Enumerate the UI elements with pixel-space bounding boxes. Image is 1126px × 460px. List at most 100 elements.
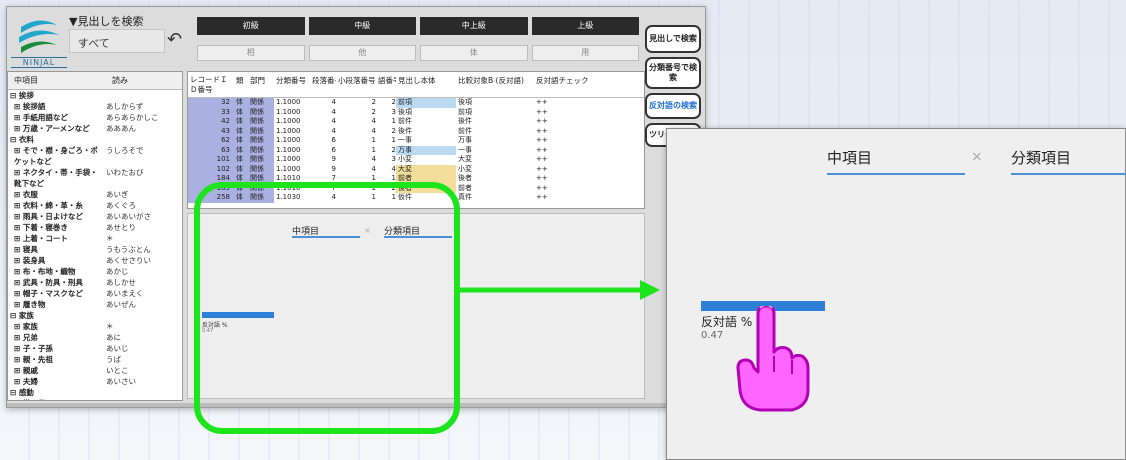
col-paragraph[interactable]: 段落番号 — [310, 72, 336, 97]
tree-item[interactable]: ⊞ 雨具・日よけなど あいあいがさ — [8, 211, 182, 222]
highlight-box — [194, 182, 460, 434]
cell-record-id: 101 — [188, 155, 234, 165]
tree-item-reading: いいぞ — [106, 398, 176, 400]
tree-group[interactable]: ⊟ 衣料 — [8, 134, 182, 145]
table-row[interactable]: 63 体関係 1.1000 6 1 2 万事 一事 ++ — [188, 145, 644, 155]
level-beginner[interactable]: 初級 — [197, 17, 305, 35]
tree-header: 中項目 読み — [8, 72, 182, 90]
cell-subparagraph: 1 — [371, 136, 376, 144]
tree-item[interactable]: ⊞ 夫婦 あいさい — [8, 376, 182, 387]
tree-item[interactable]: ⊞ 武具・防具・刑具 あしかせ — [8, 277, 182, 288]
col-class-number[interactable]: 分類番号 — [274, 72, 310, 97]
cell-section: 関係 — [248, 145, 274, 155]
table-row[interactable]: 42 体関係 1.1000 4 4 1 前件 後件 ++ — [188, 117, 644, 127]
table-row[interactable]: 62 体関係 1.1000 6 1 1 一事 万事 ++ — [188, 136, 644, 146]
tree-item[interactable]: ⊞ 親・先祖 うば — [8, 354, 182, 365]
tree-item[interactable]: ⊞ ネクタイ・帯・手袋・ いわたおび — [8, 167, 182, 178]
tree-item[interactable]: ⊞ 装身具 あくせさりい — [8, 255, 182, 266]
cell-headword: 大変 — [396, 164, 456, 174]
cell-word-number: 3 — [391, 155, 396, 163]
category-body[interactable]: 体 — [420, 45, 528, 61]
cell-headword: 後項 — [398, 107, 412, 116]
category-other[interactable]: 他 — [308, 45, 416, 61]
cell-subparagraph: 4 — [371, 155, 376, 163]
zoom-filter-middle-underline — [827, 173, 965, 175]
undo-icon[interactable]: ↶ — [167, 29, 182, 50]
table-row[interactable]: 33 体関係 1.1000 4 2 3 後項 前項 ++ — [188, 107, 644, 117]
tree-item[interactable]: 靴下など — [8, 178, 182, 189]
cell-headword: 前項 — [396, 98, 456, 108]
tree-header-item[interactable]: 中項目 — [8, 72, 106, 89]
tree-item[interactable]: ⊞ 履き物 あいぜん — [8, 299, 182, 310]
col-antonym-check[interactable]: 反対語チェック — [534, 72, 594, 97]
tree-item[interactable]: ⊞ そで・襟・身ごろ・ポ うしろそで — [8, 145, 182, 156]
col-section[interactable]: 部門 — [248, 72, 274, 97]
tree-item-reading: あああん — [106, 124, 136, 133]
col-class[interactable]: 類 — [234, 72, 248, 97]
tree-item-reading: あしかせ — [106, 278, 136, 287]
category-use[interactable]: 用 — [531, 45, 639, 61]
tree-item-label: ⊞ 手紙用語など — [14, 113, 68, 122]
level-intermediate[interactable]: 中級 — [308, 17, 416, 35]
table-row[interactable]: 32 体関係 1.1000 4 2 2 前項 後項 ++ — [188, 98, 644, 108]
cell-section: 関係 — [248, 98, 274, 108]
tree-item[interactable]: ⊞ 子・子孫 あいじ — [8, 343, 182, 354]
col-antonym[interactable]: 比較対象B (反対語) — [456, 72, 534, 97]
tree-item-reading — [106, 387, 176, 398]
tree-item[interactable]: ⊞ 帽子・マスクなど あいまえく — [8, 288, 182, 299]
cell-section: 関係 — [248, 136, 274, 146]
tree-item[interactable]: ⊞ 兄弟 あに — [8, 332, 182, 343]
zoom-filter-middle-item[interactable]: 中項目 — [827, 147, 872, 168]
tree-item-label: ⊞ 親・先祖 — [14, 355, 53, 364]
antonym-search-button[interactable]: 反対語の検索 — [645, 93, 701, 119]
tree-item[interactable]: ⊞ 挨拶語 あしからず — [8, 101, 182, 112]
tree-item[interactable]: ⊞ 下着・寝巻き あせとり — [8, 222, 182, 233]
level-buttons: 初級 中級 中上級 上級 — [197, 17, 639, 35]
zoom-filter-classification[interactable]: 分類項目 — [1011, 147, 1071, 168]
cell-record-id: 63 — [188, 145, 234, 155]
tree-item[interactable]: ⊞ 家族 ＊ — [8, 321, 182, 332]
cell-antonym: 万事 — [458, 136, 472, 144]
tree-item-label: ⊞ 雨具・日よけなど — [14, 212, 83, 221]
zoom-panel: 中項目 × 分類項目 反対語 % 0.47 — [666, 128, 1126, 460]
level-upper-intermediate[interactable]: 中上級 — [420, 17, 528, 35]
tree-item[interactable]: ⊞ 掛け声いいぞ — [8, 398, 182, 400]
table-row[interactable]: 102 体関係 1.1000 9 4 4 大変 小変 ++ — [188, 164, 644, 174]
search-by-class-number-button[interactable]: 分類番号で検索 — [645, 57, 701, 89]
cell-class: 体 — [234, 136, 248, 146]
col-subparagraph[interactable]: 小段落番号 — [336, 72, 376, 97]
zoom-filter-middle-clear-icon[interactable]: × — [971, 149, 983, 165]
logo-text: NINJAL — [11, 57, 67, 68]
tree-group[interactable]: ⊟ 挨拶 — [8, 90, 182, 101]
cell-record-id: 33 — [188, 107, 234, 117]
tree-item-label: ⊞ 夫婦 — [14, 377, 38, 386]
cell-word-number: 2 — [391, 126, 396, 135]
tree-item[interactable]: ⊞ 衣料・綿・革・糸 あくぐろ — [8, 200, 182, 211]
col-headword[interactable]: 見出し本体 — [396, 72, 456, 97]
tree-group[interactable]: ⊟ 家族 — [8, 310, 182, 321]
level-advanced[interactable]: 上級 — [531, 17, 639, 35]
table-row[interactable]: 43 体関係 1.1000 4 4 2 後件 前件 ++ — [188, 126, 644, 136]
tree-item-reading: あいじ — [106, 344, 129, 353]
tree-item[interactable]: ⊞ 親戚 いとこ — [8, 365, 182, 376]
tree-header-reading[interactable]: 読み — [106, 72, 134, 89]
tree-item[interactable]: ⊞ 手紙用語など あらあらかしこ — [8, 112, 182, 123]
tree-item-label: ⊞ ネクタイ・帯・手袋・ — [14, 168, 98, 177]
tree-item[interactable]: ⊞ 寝具 うもうぶとん — [8, 244, 182, 255]
tree-item-label: ⊞ 装身具 — [14, 256, 46, 265]
tree-group[interactable]: ⊟ 感動 — [8, 387, 182, 398]
tree-item[interactable]: ⊞ 万歳・アーメンなど あああん — [8, 123, 182, 134]
col-word-number[interactable]: 語番号 — [376, 72, 396, 97]
tree-item[interactable]: ⊞ 衣服 あいぎ — [8, 189, 182, 200]
cell-class-number: 1.1000 — [276, 126, 301, 135]
category-aspect[interactable]: 相 — [197, 45, 305, 61]
tree-item[interactable]: ⊞ 布・布地・織物 あかじ — [8, 266, 182, 277]
search-by-headword-button[interactable]: 見出しで検索 — [645, 25, 701, 53]
table-row[interactable]: 101 体関係 1.1000 9 4 3 小変 大変 ++ — [188, 155, 644, 165]
tree-item[interactable]: ⊞ 上着・コート ＊ — [8, 233, 182, 244]
tree-item[interactable]: ケットなど — [8, 156, 182, 167]
cell-antonym: 前件 — [458, 126, 472, 135]
search-dropdown[interactable]: すべて ⌵ — [69, 29, 165, 53]
col-record-id[interactable]: レコードＩＤ番号 — [188, 72, 234, 97]
search-label[interactable]: ▼見出しを検索 — [69, 13, 143, 29]
